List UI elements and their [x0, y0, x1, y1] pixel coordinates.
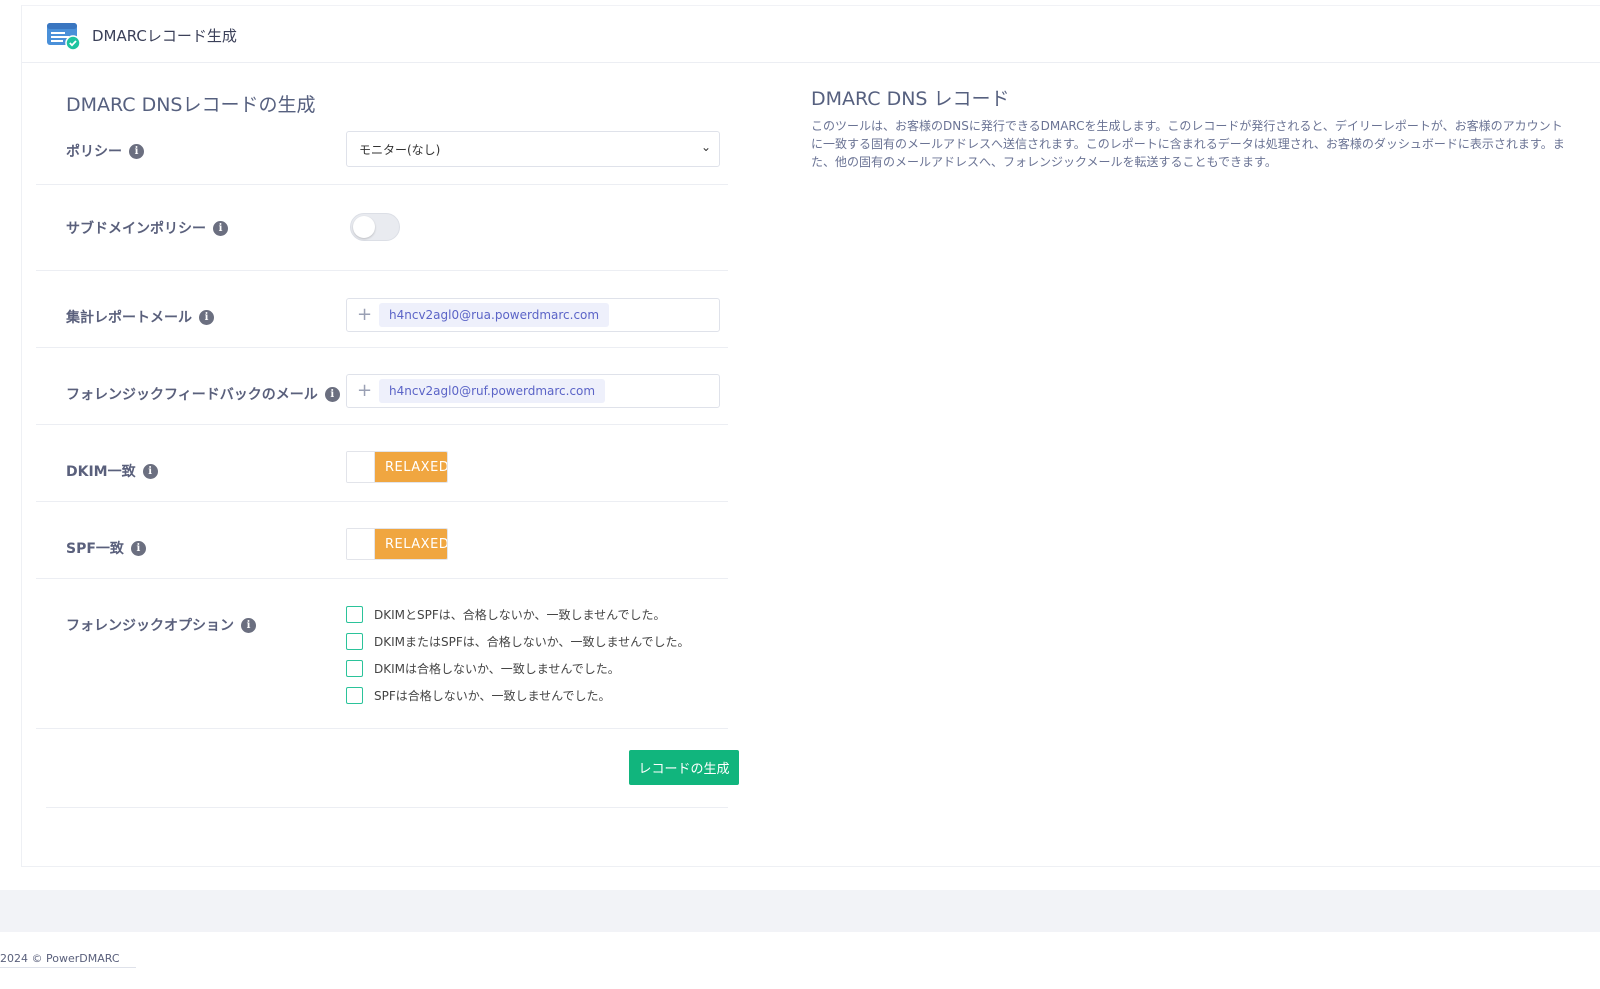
record-panel: DMARC DNS レコード このツールは、お客様のDNSに発行できるDMARC… — [811, 84, 1571, 171]
forensic-email-input[interactable]: + h4ncv2agl0@ruf.powerdmarc.com — [346, 374, 720, 408]
record-panel-title: DMARC DNS レコード — [811, 88, 1010, 110]
switch-handle — [347, 529, 375, 559]
forensic-option-label: DKIMは合格しないか、一致しませんでした。 — [374, 662, 620, 676]
forensic-option-label: SPFは合格しないか、一致しませんでした。 — [374, 689, 611, 703]
spf-alignment-label: SPF一致 — [66, 541, 124, 557]
info-icon[interactable]: i — [199, 309, 214, 325]
spf-alignment-switch[interactable]: RELAXED — [346, 528, 448, 560]
policy-row: ポリシー i モニター(なし) ⌄ — [36, 123, 728, 185]
forensic-email-label: フォレンジックフィードバックのメール — [66, 387, 318, 403]
dkim-alignment-row: DKIM一致 i RELAXED — [36, 425, 728, 502]
page-title: DMARCレコード生成 — [92, 27, 237, 45]
dmarc-generator-card: DMARCレコード生成 DMARC DNSレコードの生成 ポリシー i モニター… — [21, 5, 1600, 867]
forensic-option-item[interactable]: SPFは合格しないか、一致しませんでした。 — [346, 687, 611, 704]
policy-select-value: モニター(なし) — [359, 142, 441, 157]
info-icon[interactable]: i — [324, 386, 340, 402]
info-icon[interactable]: i — [241, 617, 256, 633]
record-panel-description: このツールは、お客様のDNSに発行できるDMARCを生成します。このレコードが発… — [811, 119, 1565, 169]
forensic-email-tag[interactable]: h4ncv2agl0@ruf.powerdmarc.com — [379, 379, 606, 403]
dkim-alignment-label: DKIM一致 — [66, 464, 136, 480]
chevron-down-icon: ⌄ — [700, 140, 711, 154]
section-title: DMARC DNSレコードの生成 — [66, 94, 316, 116]
forensic-options-row: フォレンジックオプション i DKIMとSPFは、合格しないか、一致しませんでし… — [36, 579, 728, 729]
forensic-email-row: フォレンジックフィードバックのメール i + h4ncv2agl0@ruf.po… — [36, 348, 728, 425]
forensic-option-item[interactable]: DKIMとSPFは、合格しないか、一致しませんでした。 — [346, 606, 666, 623]
card-header: DMARCレコード生成 — [22, 6, 1600, 63]
dmarc-logo-icon — [45, 17, 85, 57]
forensic-option-label: DKIMとSPFは、合格しないか、一致しませんでした。 — [374, 608, 666, 622]
forensic-option-checkbox[interactable] — [346, 606, 363, 623]
info-icon[interactable]: i — [130, 540, 146, 556]
spf-alignment-value: RELAXED — [375, 529, 447, 559]
info-icon[interactable]: i — [129, 143, 144, 159]
forensic-options-label: フォレンジックオプション — [66, 618, 234, 634]
toggle-knob — [353, 216, 375, 238]
policy-label: ポリシー — [66, 144, 122, 160]
forensic-option-checkbox[interactable] — [346, 687, 363, 704]
dkim-alignment-value: RELAXED — [375, 452, 447, 482]
subdomain-policy-toggle[interactable] — [350, 213, 400, 241]
plus-icon[interactable]: + — [357, 304, 372, 325]
plus-icon[interactable]: + — [357, 380, 372, 401]
forensic-option-checkbox[interactable] — [346, 660, 363, 677]
forensic-option-item[interactable]: DKIMは合格しないか、一致しませんでした。 — [346, 660, 620, 677]
info-icon[interactable]: i — [142, 463, 158, 479]
aggregate-email-row: 集計レポートメール i + h4ncv2agl0@rua.powerdmarc.… — [36, 271, 728, 348]
spf-alignment-row: SPF一致 i RELAXED — [36, 502, 728, 579]
subdomain-policy-label: サブドメインポリシー — [66, 221, 206, 237]
subdomain-policy-row: サブドメインポリシー i — [36, 185, 728, 271]
form-divider — [46, 807, 728, 808]
info-icon[interactable]: i — [213, 220, 228, 236]
aggregate-email-label: 集計レポートメール — [66, 310, 192, 326]
forensic-option-item[interactable]: DKIMまたはSPFは、合格しないか、一致しませんでした。 — [346, 633, 690, 650]
generate-record-button[interactable]: レコードの生成 — [629, 750, 739, 785]
forensic-option-label: DKIMまたはSPFは、合格しないか、一致しませんでした。 — [374, 635, 690, 649]
aggregate-email-tag[interactable]: h4ncv2agl0@rua.powerdmarc.com — [379, 303, 610, 327]
policy-select[interactable]: モニター(なし) ⌄ — [346, 131, 720, 167]
footer-band — [0, 890, 1600, 932]
aggregate-email-input[interactable]: + h4ncv2agl0@rua.powerdmarc.com — [346, 298, 720, 332]
forensic-option-checkbox[interactable] — [346, 633, 363, 650]
dkim-alignment-switch[interactable]: RELAXED — [346, 451, 448, 483]
footer-copyright: 2024 © PowerDMARC — [0, 952, 136, 968]
switch-handle — [347, 452, 375, 482]
